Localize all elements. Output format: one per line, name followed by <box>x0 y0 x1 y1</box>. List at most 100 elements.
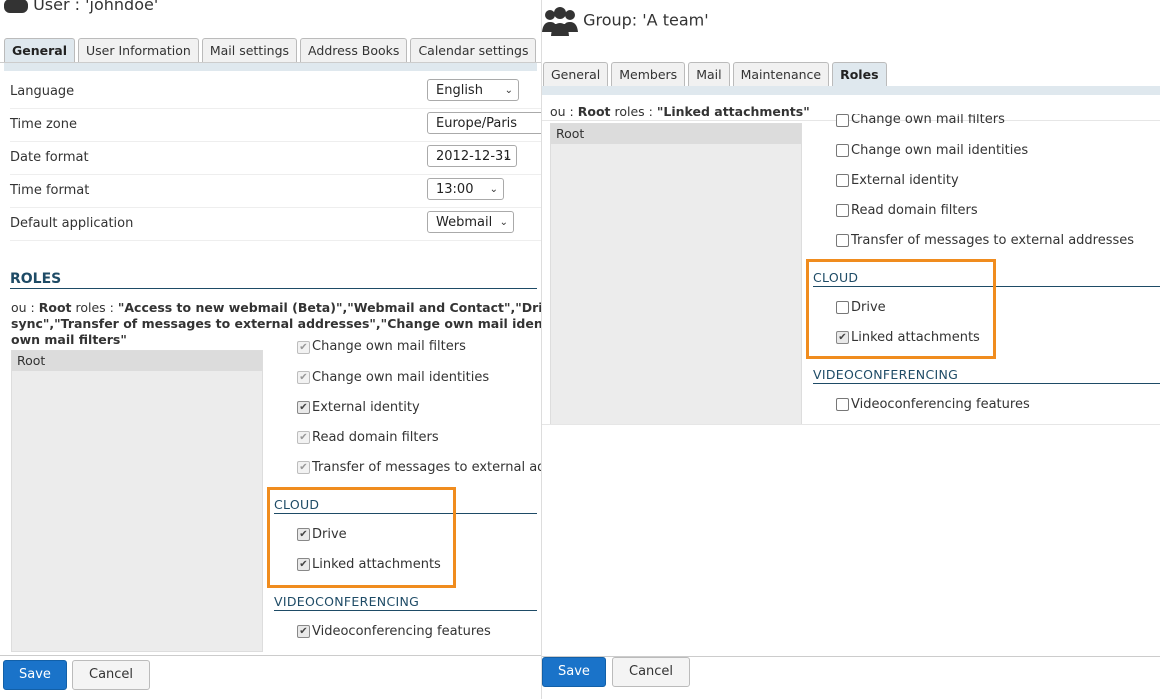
role-checkbox[interactable] <box>836 114 849 127</box>
cancel-button[interactable]: Cancel <box>612 657 691 687</box>
select-value: Webmail <box>436 215 493 230</box>
role-item[interactable]: External identity <box>836 173 959 188</box>
roles-desc-line: sync","Transfer of messages to external … <box>11 316 541 331</box>
role-checkbox[interactable] <box>297 625 310 638</box>
role-label: Transfer of messages to external addre <box>312 460 541 475</box>
select-value: 2012-12-31 <box>436 149 512 164</box>
ou-tree: Root <box>11 350 263 652</box>
select-value: Europe/Paris <box>436 116 518 131</box>
role-item-videoconferencing[interactable]: Videoconferencing features <box>836 397 1030 412</box>
roles-desc-prefix: ou : <box>11 300 39 315</box>
tab-calendar-settings[interactable]: Calendar settings <box>410 38 537 62</box>
user-tabs: General User Information Mail settings A… <box>4 38 537 62</box>
select-value: 13:00 <box>436 182 474 197</box>
setting-label: Time format <box>10 183 90 198</box>
setting-row-date-format: Date format 2012-12-31 ⌄ <box>10 141 541 175</box>
tab-mail[interactable]: Mail <box>688 62 730 86</box>
role-checkbox[interactable] <box>297 461 310 474</box>
role-checkbox[interactable] <box>297 431 310 444</box>
role-checkbox[interactable] <box>836 204 849 217</box>
group-panel: Group: 'A team' General Members Mail Mai… <box>541 0 1160 699</box>
group-title: Group: 'A team' <box>542 6 709 36</box>
roles-desc-mid: roles : <box>610 104 657 119</box>
role-item-cut[interactable]: Change own mail filters <box>836 114 1005 127</box>
tab-underline <box>4 63 537 71</box>
role-checkbox[interactable] <box>836 174 849 187</box>
setting-row-timezone: Time zone Europe/Paris <box>10 108 541 142</box>
tab-maintenance[interactable]: Maintenance <box>732 62 830 86</box>
role-label: Transfer of messages to external address… <box>851 233 1135 248</box>
user-title: User : 'johndoe' <box>4 0 158 14</box>
role-item[interactable]: Change own mail identities <box>297 370 489 385</box>
setting-label: Language <box>10 84 75 99</box>
role-item-videoconferencing[interactable]: Videoconferencing features <box>297 624 491 639</box>
roles-desc-prefix: ou : <box>550 104 578 119</box>
role-item[interactable]: Change own mail identities <box>836 143 1028 158</box>
ou-tree: Root <box>550 123 802 425</box>
role-item[interactable]: Read domain filters <box>297 430 439 445</box>
default-application-select[interactable]: Webmail ⌄ <box>427 211 514 233</box>
role-item[interactable]: External identity <box>297 400 420 415</box>
user-title-text: User : 'johndoe' <box>33 0 159 14</box>
tab-general[interactable]: General <box>543 62 609 86</box>
role-checkbox[interactable] <box>836 234 849 247</box>
setting-row-time-format: Time format 13:00 ⌄ <box>10 174 541 208</box>
chevron-down-icon: ⌄ <box>489 184 498 195</box>
setting-label: Date format <box>10 150 89 165</box>
tab-user-information[interactable]: User Information <box>78 38 199 62</box>
group-icon <box>542 7 578 36</box>
roles-desc-mid: roles : <box>71 300 118 315</box>
role-label: External identity <box>851 173 959 188</box>
cancel-button[interactable]: Cancel <box>72 660 151 690</box>
roles-desc-line: "Linked attachments" <box>656 104 810 119</box>
roles-desc-line: own mail filters" <box>11 332 127 347</box>
roles-bottom-divider <box>542 424 1160 425</box>
user-panel: User : 'johndoe' General User Informatio… <box>0 0 541 699</box>
role-label: Change own mail filters <box>851 114 1005 127</box>
role-label: Read domain filters <box>851 203 978 218</box>
chevron-down-icon: ⌄ <box>499 217 508 228</box>
tab-mail-settings[interactable]: Mail settings <box>201 38 298 62</box>
role-item[interactable]: Read domain filters <box>836 203 978 218</box>
role-checkbox[interactable] <box>297 341 310 354</box>
role-label: Videoconferencing features <box>851 397 1030 412</box>
user-icon <box>4 0 28 13</box>
date-format-select[interactable]: 2012-12-31 ⌄ <box>427 145 517 167</box>
role-checkbox[interactable] <box>836 398 849 411</box>
tab-members[interactable]: Members <box>611 62 686 86</box>
role-item[interactable]: Transfer of messages to external address… <box>836 233 1134 248</box>
role-label: Videoconferencing features <box>312 624 491 639</box>
roles-desc-ou: Root <box>577 104 611 119</box>
setting-label: Time zone <box>10 117 77 132</box>
tree-node-root[interactable]: Root <box>12 351 262 371</box>
group-tabs: General Members Mail Maintenance Roles <box>543 62 887 86</box>
role-checkbox[interactable] <box>297 401 310 414</box>
roles-heading: ROLES <box>10 271 62 287</box>
videoconferencing-heading: VIDEOCONFERENCING <box>813 367 959 382</box>
select-value: English <box>436 83 483 98</box>
role-label: External identity <box>312 400 420 415</box>
videoconferencing-heading: VIDEOCONFERENCING <box>274 594 420 609</box>
videoconferencing-heading-line <box>274 610 537 611</box>
save-button[interactable]: Save <box>542 657 606 687</box>
roles-heading-line <box>10 288 537 289</box>
tab-roles[interactable]: Roles <box>832 62 887 86</box>
role-checkbox[interactable] <box>297 371 310 384</box>
videoconferencing-heading-line <box>813 383 1160 384</box>
tree-node-root[interactable]: Root <box>551 124 801 144</box>
roles-description: ou : Root roles : "Linked attachments" <box>550 104 810 120</box>
role-checkbox[interactable] <box>836 144 849 157</box>
footer-divider <box>0 655 541 656</box>
language-select[interactable]: English ⌄ <box>427 79 519 101</box>
time-format-select[interactable]: 13:00 ⌄ <box>427 178 504 200</box>
save-button[interactable]: Save <box>3 660 67 690</box>
role-item[interactable]: Transfer of messages to external addre <box>297 460 541 475</box>
roles-desc-ou: Root <box>38 300 72 315</box>
timezone-select[interactable]: Europe/Paris <box>427 112 541 134</box>
tab-general[interactable]: General <box>4 38 75 62</box>
setting-label: Default application <box>10 216 134 231</box>
role-label: Change own mail identities <box>851 143 1029 158</box>
highlight-box <box>267 487 456 588</box>
role-item-cut[interactable]: Change own mail filters <box>297 340 466 354</box>
tab-address-books[interactable]: Address Books <box>300 38 408 62</box>
